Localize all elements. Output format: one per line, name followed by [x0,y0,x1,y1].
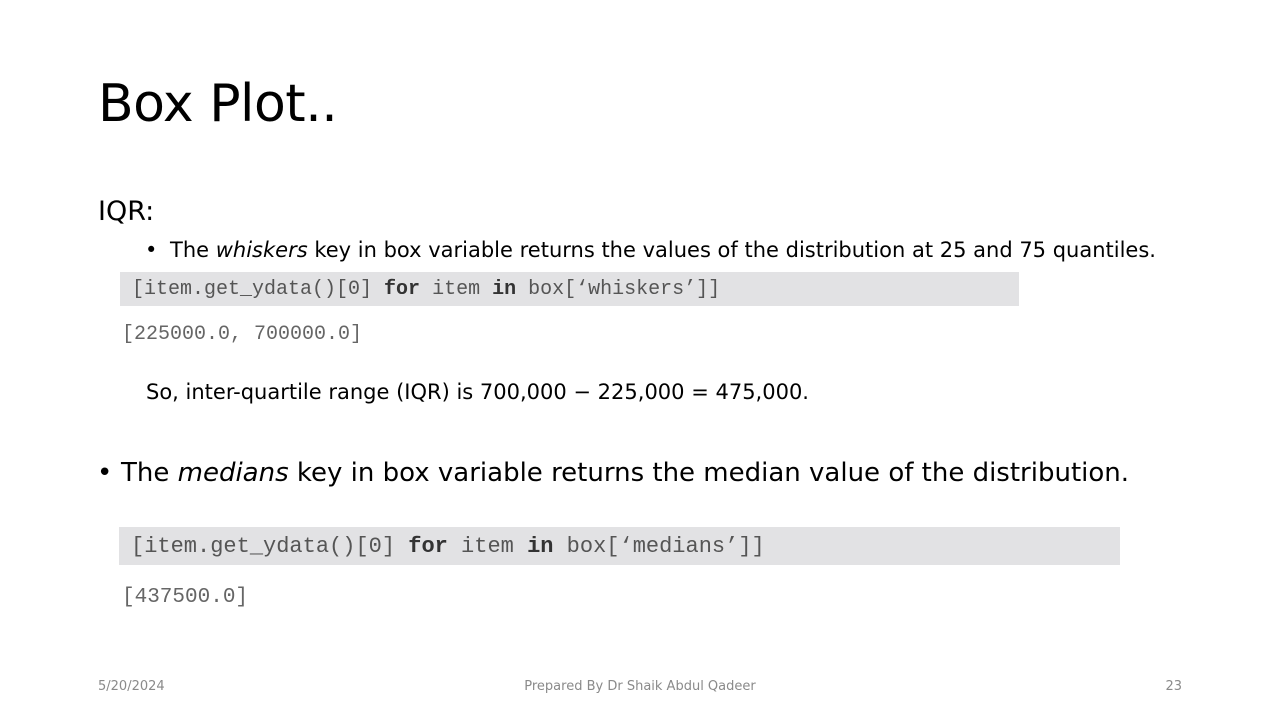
whiskers-emphasis: whiskers [215,238,308,262]
bullet-medians-text: The medians key in box variable returns … [121,458,1130,488]
slide-title: Box Plot.. [98,74,338,134]
bullet-medians: • The medians key in box variable return… [97,456,1129,490]
medians-emphasis: medians [177,458,289,488]
bullet-whiskers-text: The whiskers key in box variable returns… [170,238,1156,262]
bullet-marker: • [97,458,113,488]
bullet-marker: • [145,238,158,262]
iqr-statement: So, inter-quartile range (IQR) is 700,00… [146,380,809,404]
code-block-medians: [item.get_ydata()[0] for item in box[‘me… [119,527,1120,565]
footer-author: Prepared By Dr Shaik Abdul Qadeer [524,679,756,694]
code-block-whiskers: [item.get_ydata()[0] for item in box[‘wh… [120,272,1019,306]
section-heading: IQR: [98,196,155,227]
output-whiskers: [225000.0, 700000.0] [122,323,363,346]
output-medians: [437500.0] [122,586,249,609]
bullet-whiskers: • The whiskers key in box variable retur… [145,236,1156,264]
footer-page-number: 23 [1165,679,1182,694]
